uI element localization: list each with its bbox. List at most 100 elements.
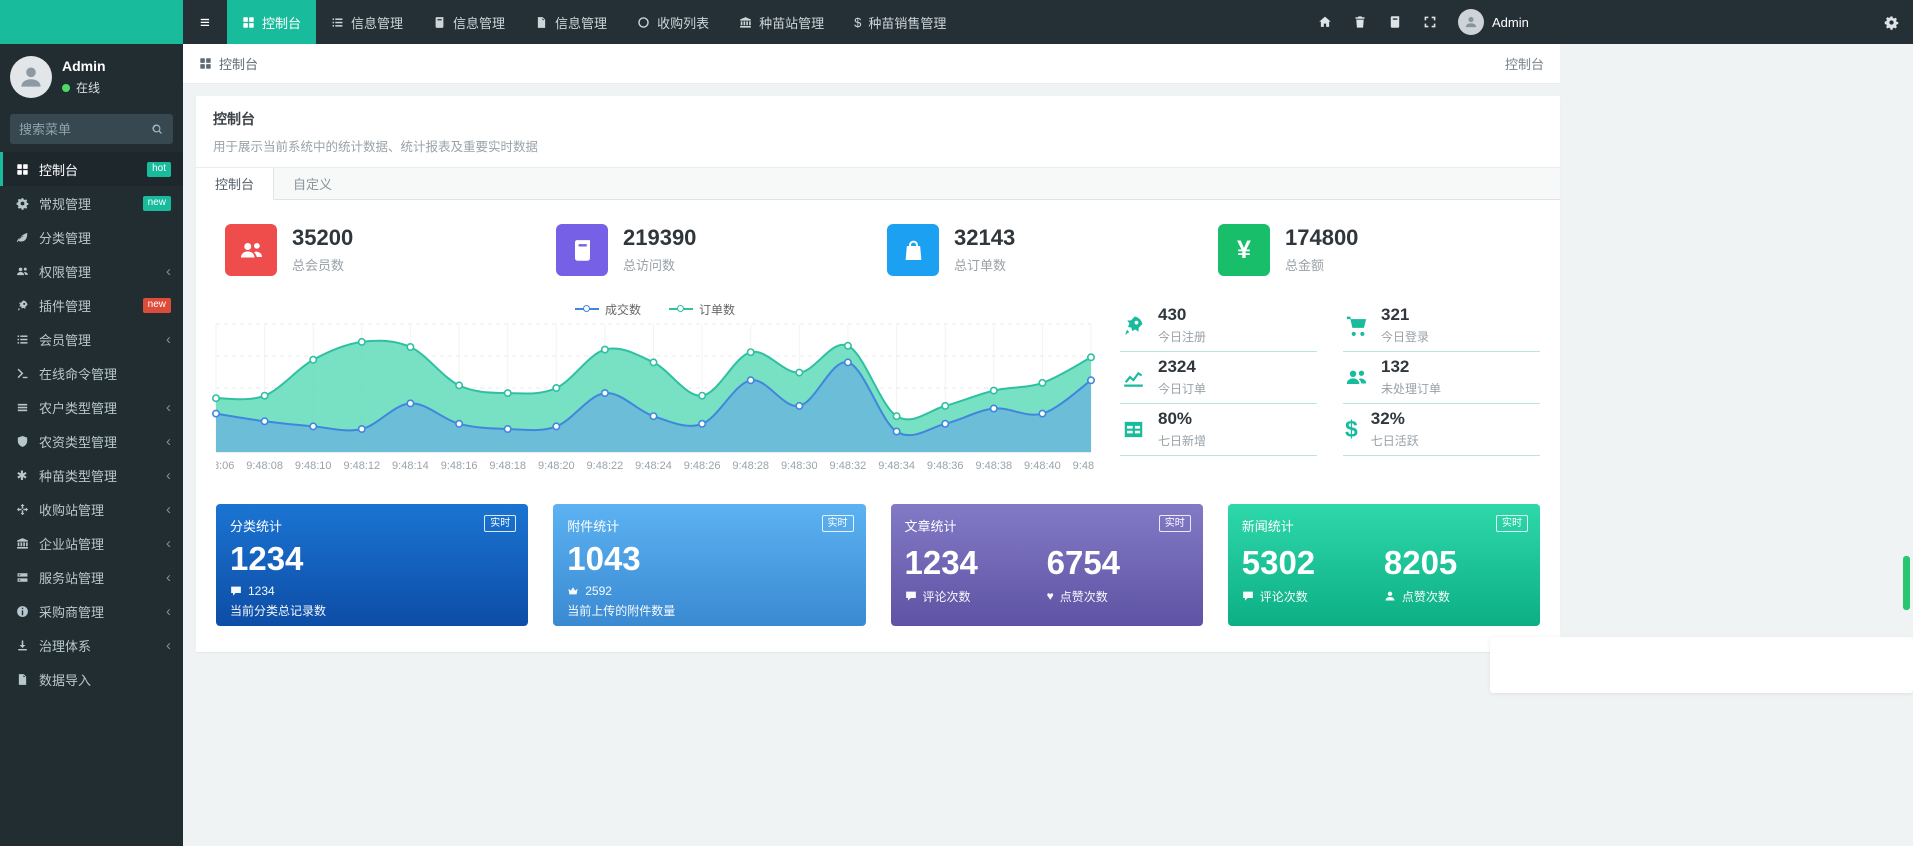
article-stats-panel: 文章统计 实时 1234 评论次数 6754 ♥点赞次数 bbox=[891, 504, 1203, 626]
panel-columns: 1234 评论次数 6754 ♥点赞次数 bbox=[905, 539, 1189, 605]
breadcrumb-left[interactable]: 控制台 bbox=[199, 54, 258, 73]
sidebar-item-governance[interactable]: 治理体系‹ bbox=[0, 628, 183, 662]
quick-label: 今日注册 bbox=[1158, 328, 1206, 345]
page-title: 控制台 bbox=[213, 109, 1543, 129]
yen-icon: ¥ bbox=[1218, 224, 1270, 276]
menu-label: 会员管理 bbox=[39, 330, 157, 349]
search-input[interactable] bbox=[19, 122, 151, 137]
attachment-stats-panel: 附件统计 实时 1043 2592 当前上传的附件数量 bbox=[553, 504, 865, 626]
tab-label: 信息管理 bbox=[453, 13, 505, 32]
tab-label: 收购列表 bbox=[657, 13, 709, 32]
topnav-tab-seedling-sales[interactable]: $种苗销售管理 bbox=[839, 0, 961, 44]
realtime-badge: 实时 bbox=[1496, 515, 1528, 532]
sidebar-item-addon[interactable]: 插件管理new bbox=[0, 288, 183, 322]
quick-stat-logins: 321今日登录 bbox=[1343, 300, 1540, 352]
menu-label: 数据导入 bbox=[39, 670, 171, 689]
rocket-icon bbox=[14, 299, 30, 312]
panel-title: 文章统计 bbox=[905, 516, 1189, 535]
panel-sub: 评论次数 bbox=[1242, 588, 1384, 605]
stat-cards: 35200总会员数 219390 总访问数 32143总订单数 ¥ 174800 总… bbox=[216, 224, 1540, 276]
realtime-badge: 实时 bbox=[822, 515, 854, 532]
sidebar-item-member[interactable]: 会员管理‹ bbox=[0, 322, 183, 356]
quick-label: 七日新增 bbox=[1158, 432, 1206, 449]
quick-value: 32% bbox=[1371, 410, 1419, 429]
panel-sub: ♥点赞次数 bbox=[1047, 588, 1189, 605]
topnav-tab-info-3[interactable]: 信息管理 bbox=[520, 0, 622, 44]
sidebar-item-purchaser[interactable]: 采购商管理‹ bbox=[0, 594, 183, 628]
panel-column: 6754 ♥点赞次数 bbox=[1047, 539, 1189, 605]
topnav-tab-info-1[interactable]: 信息管理 bbox=[316, 0, 418, 44]
settings-button[interactable] bbox=[1884, 0, 1899, 44]
stat-total-visits: 219390 总访问数 bbox=[547, 224, 878, 276]
sidebar-toggle-button[interactable]: ≡ bbox=[183, 0, 227, 44]
panel-title: 附件统计 bbox=[567, 516, 851, 535]
user-icon bbox=[1464, 15, 1478, 29]
trash-icon[interactable] bbox=[1353, 15, 1367, 29]
file-icon bbox=[14, 673, 30, 686]
stat-total-orders: 32143总订单数 bbox=[878, 224, 1209, 276]
quick-label: 未处理订单 bbox=[1381, 380, 1441, 397]
sidebar-item-import[interactable]: 数据导入 bbox=[0, 662, 183, 696]
menu-label: 服务站管理 bbox=[39, 568, 157, 587]
list-icon bbox=[331, 16, 344, 29]
panel-column: 5302 评论次数 bbox=[1242, 539, 1384, 605]
quick-stat-registrations: 430今日注册 bbox=[1120, 300, 1317, 352]
asterisk-icon: ✱ bbox=[14, 469, 30, 482]
sidebar-item-farmer-type[interactable]: 农户类型管理‹ bbox=[0, 390, 183, 424]
panel-big-number: 1043 bbox=[567, 542, 851, 577]
table-icon bbox=[1122, 418, 1145, 441]
stat-value: 219390 bbox=[623, 226, 696, 250]
traffic-chart: 成交数订单数 9:48:069:48:089:48:109:48:129:48:… bbox=[216, 300, 1094, 476]
bottom-right-widget bbox=[1490, 637, 1913, 693]
sidebar-item-agri-type[interactable]: 农资类型管理‹ bbox=[0, 424, 183, 458]
comment-icon bbox=[230, 585, 242, 597]
shield-icon bbox=[14, 435, 30, 448]
breadcrumb: 控制台 控制台 bbox=[183, 44, 1560, 84]
home-icon[interactable] bbox=[1318, 15, 1332, 29]
arrows-icon bbox=[14, 503, 30, 516]
sidebar-item-seedling-type[interactable]: ✱ 种苗类型管理 ‹ bbox=[0, 458, 183, 492]
tab-custom[interactable]: 自定义 bbox=[274, 168, 351, 199]
topnav-tab-console[interactable]: 控制台 bbox=[227, 0, 316, 44]
online-dot-icon bbox=[62, 84, 70, 92]
stat-value: 174800 bbox=[1285, 226, 1358, 250]
quick-label: 今日订单 bbox=[1158, 380, 1206, 397]
tab-label: 信息管理 bbox=[351, 13, 403, 32]
chevron-left-icon: ‹ bbox=[166, 434, 171, 449]
chart-legend[interactable]: 成交数订单数 bbox=[216, 300, 1094, 318]
sidebar-item-acquisition[interactable]: 收购站管理‹ bbox=[0, 492, 183, 526]
search-button[interactable] bbox=[151, 123, 164, 136]
tab-console[interactable]: 控制台 bbox=[196, 168, 274, 200]
book-icon bbox=[556, 224, 608, 276]
stat-label: 总访问数 bbox=[623, 255, 696, 274]
users-icon bbox=[1345, 366, 1368, 389]
panel-sub: 评论次数 bbox=[905, 588, 1047, 605]
topnav-tab-acquisition-list[interactable]: 收购列表 bbox=[622, 0, 724, 44]
menu-label: 农户类型管理 bbox=[39, 398, 157, 417]
scrollbar-thumb[interactable] bbox=[1903, 556, 1910, 610]
stat-total-members: 35200总会员数 bbox=[216, 224, 547, 276]
user-menu[interactable]: Admin bbox=[1458, 9, 1529, 35]
realtime-badge: 实时 bbox=[484, 515, 516, 532]
chevron-left-icon: ‹ bbox=[166, 468, 171, 483]
sidebar-item-general[interactable]: 常规管理new bbox=[0, 186, 183, 220]
sidebar-item-console[interactable]: 控制台hot bbox=[0, 152, 183, 186]
menu-label: 采购商管理 bbox=[39, 602, 157, 621]
panel-header: 控制台 用于展示当前系统中的统计数据、统计报表及重要实时数据 bbox=[196, 96, 1560, 168]
menu-label: 种苗类型管理 bbox=[39, 466, 157, 485]
quick-label: 今日登录 bbox=[1381, 328, 1429, 345]
sidebar-item-category[interactable]: 分类管理 bbox=[0, 220, 183, 254]
docs-icon[interactable] bbox=[1388, 15, 1402, 29]
terminal-icon bbox=[14, 367, 30, 380]
category-stats-panel: 分类统计 实时 1234 1234 当前分类总记录数 bbox=[216, 504, 528, 626]
gear-icon bbox=[1884, 15, 1899, 30]
topnav-tab-seedling-station[interactable]: 种苗站管理 bbox=[724, 0, 839, 44]
hot-badge: hot bbox=[147, 162, 171, 177]
fullscreen-icon[interactable] bbox=[1423, 15, 1437, 29]
topnav-tab-info-2[interactable]: 信息管理 bbox=[418, 0, 520, 44]
sidebar-item-enterprise[interactable]: 企业站管理‹ bbox=[0, 526, 183, 560]
sidebar-item-service[interactable]: 服务站管理‹ bbox=[0, 560, 183, 594]
sidebar-item-auth[interactable]: 权限管理‹ bbox=[0, 254, 183, 288]
sidebar-item-command[interactable]: 在线命令管理 bbox=[0, 356, 183, 390]
panel-big-number: 8205 bbox=[1384, 546, 1526, 581]
